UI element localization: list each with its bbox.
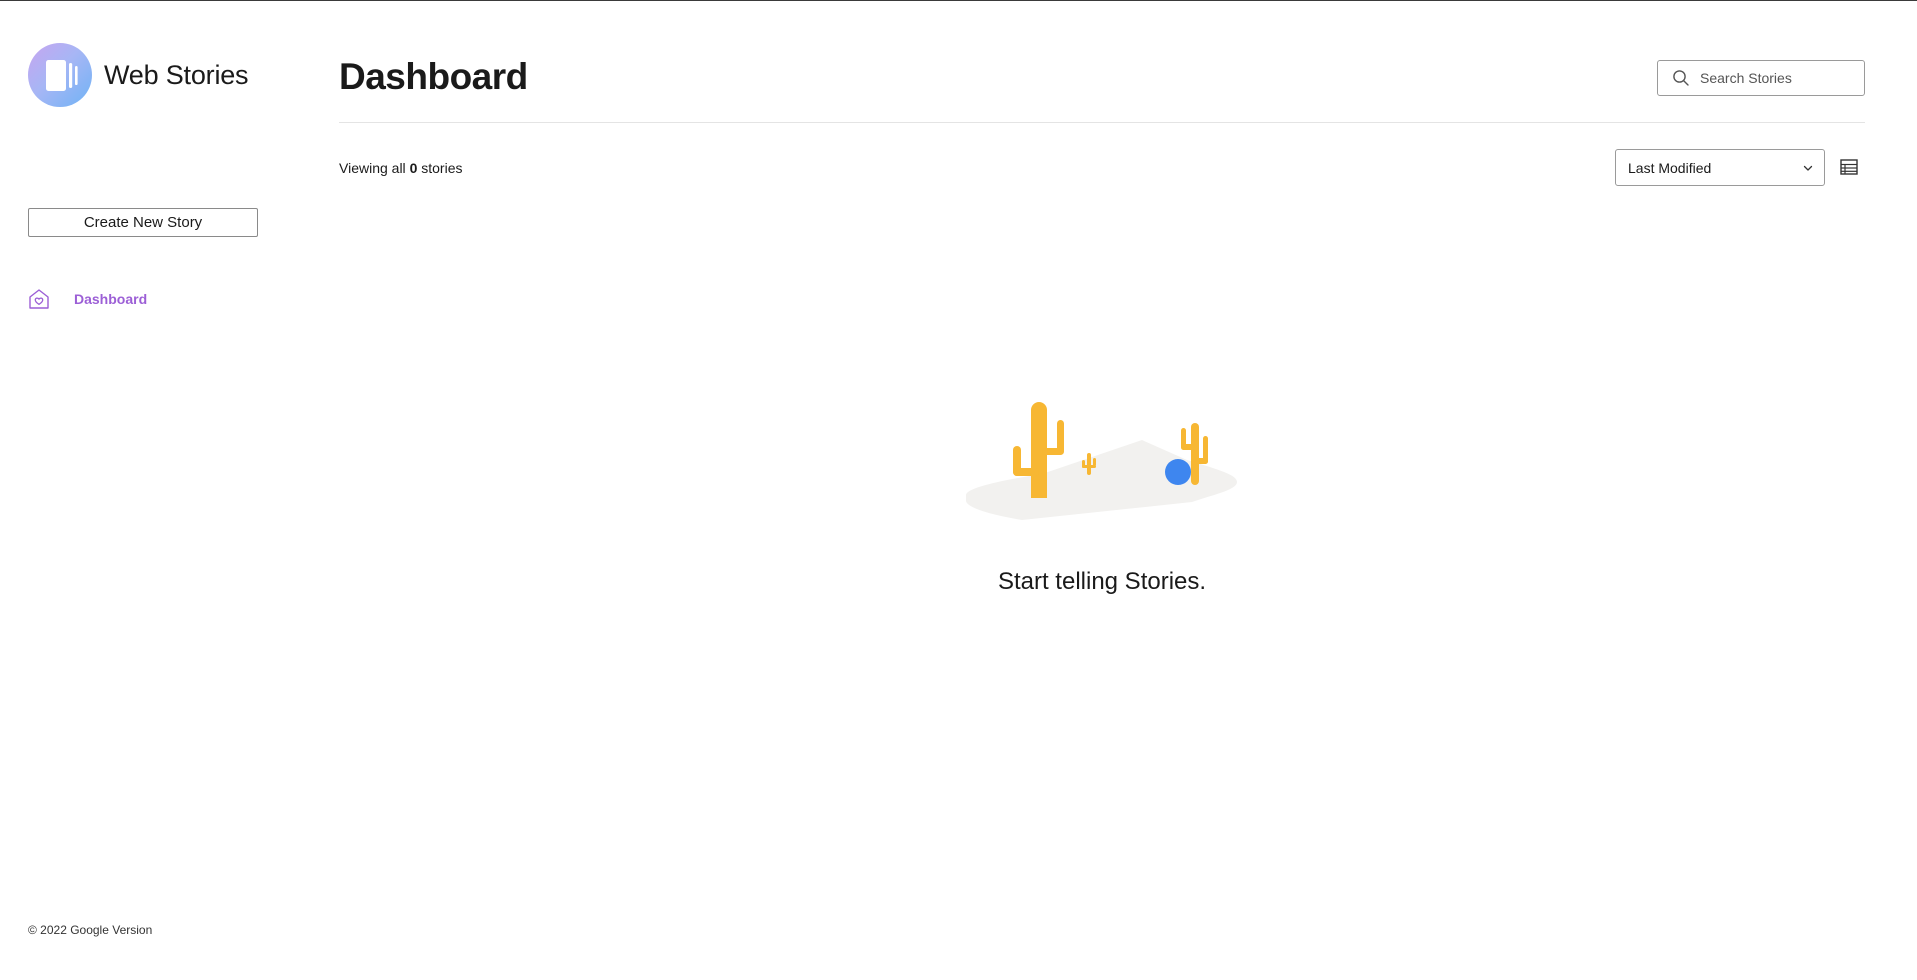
app-name: Web Stories [104, 59, 249, 90]
chevron-down-icon [1803, 165, 1813, 171]
search-icon [1673, 70, 1689, 86]
create-new-story-button[interactable]: Create New Story [28, 208, 258, 237]
search-box[interactable] [1657, 60, 1865, 96]
app-logo[interactable]: Web Stories [28, 43, 249, 107]
sidebar-item-label: Dashboard [74, 291, 148, 307]
footer-copyright: © 2022 Google Version [28, 923, 153, 937]
web-stories-logo-icon [28, 43, 92, 107]
list-view-icon[interactable] [1839, 157, 1859, 177]
header-divider [339, 122, 1865, 123]
story-count-text: Viewing all 0 stories [339, 160, 462, 176]
empty-state-message: Start telling Stories. [997, 568, 1207, 595]
viewing-prefix: Viewing all [339, 160, 406, 176]
sidebar: Web Stories Create New Story Dashboard ©… [0, 1, 300, 980]
sort-dropdown[interactable]: Last Modified [1615, 149, 1825, 186]
home-icon [29, 289, 49, 309]
sidebar-item-dashboard[interactable]: Dashboard [28, 288, 147, 310]
viewing-suffix: stories [421, 160, 463, 176]
page-title: Dashboard [339, 56, 528, 97]
search-input[interactable] [1698, 69, 1862, 87]
story-count: 0 [409, 160, 418, 176]
sort-selected-value: Last Modified [1628, 159, 1712, 176]
desert-cactus-illustration [966, 402, 1237, 520]
